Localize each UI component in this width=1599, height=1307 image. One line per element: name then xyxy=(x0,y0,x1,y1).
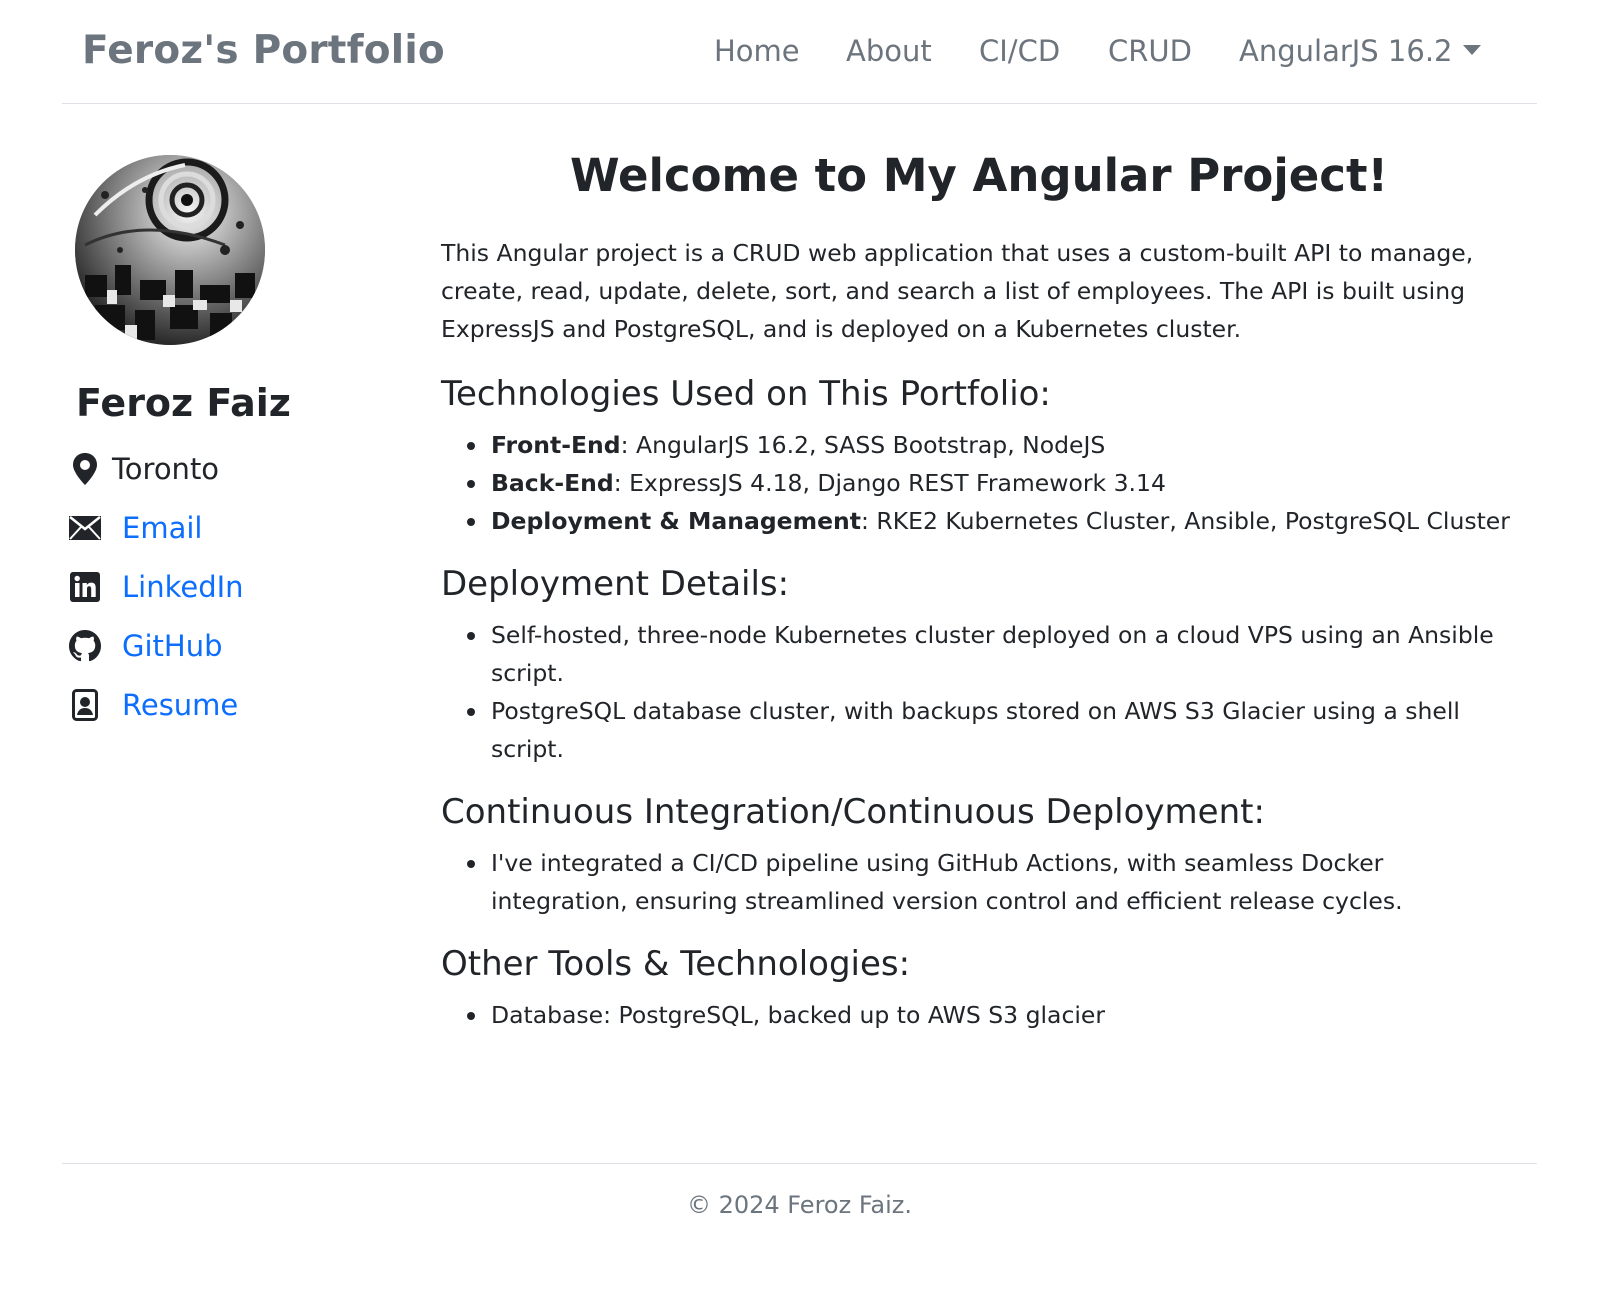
list-item: Database: PostgreSQL, backed up to AWS S… xyxy=(441,996,1517,1034)
page-title: Welcome to My Angular Project! xyxy=(569,149,1389,202)
email-link-label[interactable]: Email xyxy=(122,511,202,545)
nav-home[interactable]: Home xyxy=(714,34,800,68)
technologies-list: Front-End: AngularJS 16.2, SASS Bootstra… xyxy=(441,426,1517,540)
navbar-brand[interactable]: Feroz's Portfolio xyxy=(82,28,445,73)
list-item-text: : RKE2 Kubernetes Cluster, Ansible, Post… xyxy=(861,507,1510,535)
list-item: Front-End: AngularJS 16.2, SASS Bootstra… xyxy=(441,426,1517,464)
other-tools-list: Database: PostgreSQL, backed up to AWS S… xyxy=(441,996,1517,1034)
copyright-text: © 2024 Feroz Faiz. xyxy=(686,1191,913,1219)
nav-about[interactable]: About xyxy=(846,34,932,68)
location-text: Toronto xyxy=(112,452,220,486)
section-deployment: Deployment Details: Self-hosted, three-n… xyxy=(441,560,1517,768)
cicd-list: I've integrated a CI/CD pipeline using G… xyxy=(441,844,1517,920)
list-item-bold: Back-End xyxy=(491,469,614,497)
profile-name: Feroz Faiz xyxy=(76,381,291,425)
resume-link-label[interactable]: Resume xyxy=(122,688,238,722)
list-item: Deployment & Management: RKE2 Kubernetes… xyxy=(441,502,1517,540)
section-cicd: Continuous Integration/Continuous Deploy… xyxy=(441,788,1517,920)
section-technologies: Technologies Used on This Portfolio: Fro… xyxy=(441,370,1517,540)
linkedin-link-label[interactable]: LinkedIn xyxy=(122,570,244,604)
section-heading: Technologies Used on This Portfolio: xyxy=(441,374,1051,414)
list-item-bold: Deployment & Management xyxy=(491,507,862,535)
section-heading: Continuous Integration/Continuous Deploy… xyxy=(441,792,1265,832)
list-item: Back-End: ExpressJS 4.18, Django REST Fr… xyxy=(441,464,1517,502)
github-link[interactable]: GitHub xyxy=(68,626,223,666)
footer-divider xyxy=(62,1163,1537,1164)
section-other-tools: Other Tools & Technologies: Database: Po… xyxy=(441,940,1517,1034)
resume-link[interactable]: Resume xyxy=(68,685,238,725)
github-link-label[interactable]: GitHub xyxy=(122,629,223,663)
email-link[interactable]: Email xyxy=(68,508,202,548)
section-heading: Deployment Details: xyxy=(441,564,790,604)
envelope-icon xyxy=(68,511,102,545)
deployment-list: Self-hosted, three-node Kubernetes clust… xyxy=(441,616,1517,768)
location: Toronto xyxy=(68,449,219,489)
navbar: Feroz's Portfolio Home About CI/CD CRUD … xyxy=(62,0,1537,104)
linkedin-link[interactable]: LinkedIn xyxy=(68,567,244,607)
list-item: Self-hosted, three-node Kubernetes clust… xyxy=(441,616,1517,692)
nav-angular-label: AngularJS 16.2 xyxy=(1239,34,1453,68)
list-item-text: : ExpressJS 4.18, Django REST Framework … xyxy=(613,469,1166,497)
main-content: Welcome to My Angular Project! This Angu… xyxy=(441,144,1517,1054)
nav-angular-dropdown[interactable]: AngularJS 16.2 xyxy=(1239,34,1481,68)
avatar xyxy=(75,155,265,345)
person-badge-icon xyxy=(68,688,102,722)
list-item-text: : AngularJS 16.2, SASS Bootstrap, NodeJS xyxy=(620,431,1106,459)
nav-crud[interactable]: CRUD xyxy=(1108,34,1192,68)
linkedin-icon xyxy=(68,570,102,604)
list-item: I've integrated a CI/CD pipeline using G… xyxy=(441,844,1517,920)
section-heading: Other Tools & Technologies: xyxy=(441,944,911,984)
map-pin-icon xyxy=(68,452,102,486)
list-item: PostgreSQL database cluster, with backup… xyxy=(441,692,1517,768)
abstract-art-image xyxy=(75,155,265,345)
nav-cicd[interactable]: CI/CD xyxy=(979,34,1060,68)
github-icon xyxy=(68,629,102,663)
caret-down-icon xyxy=(1462,45,1481,55)
list-item-bold: Front-End xyxy=(491,431,621,459)
intro-paragraph: This Angular project is a CRUD web appli… xyxy=(441,239,1474,343)
footer: © 2024 Feroz Faiz. xyxy=(0,1191,1599,1219)
